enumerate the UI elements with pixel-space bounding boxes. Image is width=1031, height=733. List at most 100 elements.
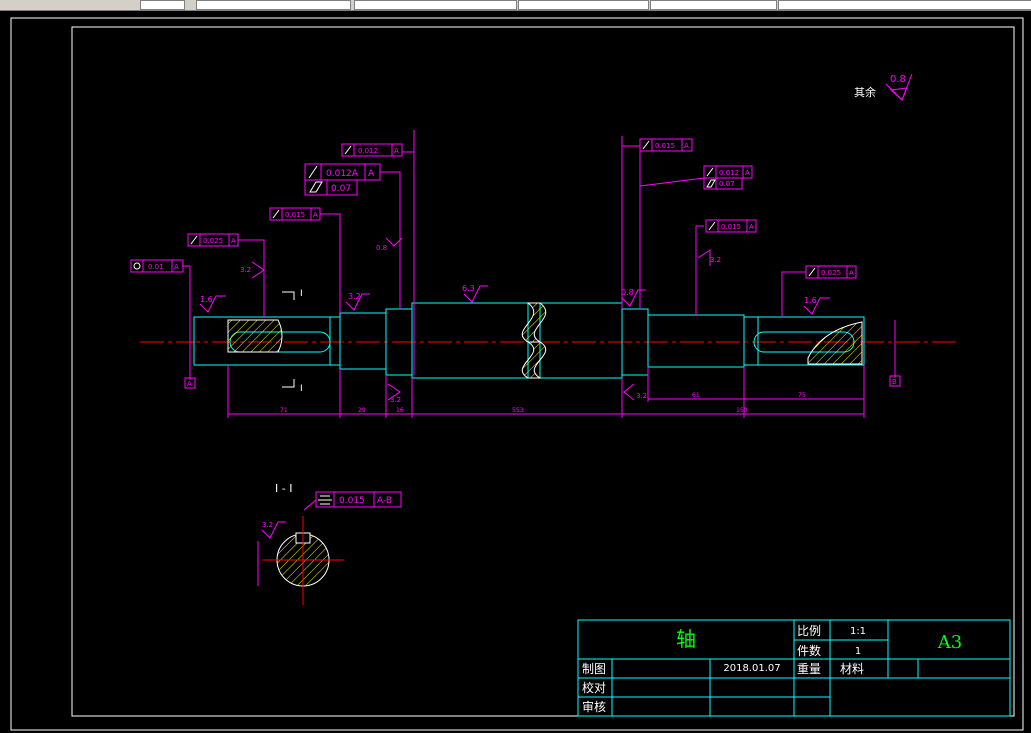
cad-canvas[interactable]: 其余 0.8 A B I I 1.6 3.2 3.2 0.8 6.3 0.8 3…	[0, 11, 1031, 733]
tolerance-frame-f9[interactable]: 0.07	[703, 177, 743, 190]
dimension-lines	[227, 365, 865, 418]
datum-a-label: A	[187, 380, 192, 388]
tolerance-frame-f5[interactable]: 0.07	[304, 179, 358, 196]
roughness-value: 0.8	[376, 244, 387, 252]
tolerance-frame-f6[interactable]: 0.012 A	[341, 143, 403, 157]
outer-frame	[10, 17, 1024, 731]
roughness-value: 3.2	[348, 292, 361, 301]
keyway-hatch-right	[807, 321, 863, 365]
tolerance-frame-f4[interactable]: 0.012A A	[304, 163, 381, 181]
svg-text:A: A	[394, 147, 399, 155]
section-cut-mark	[282, 291, 295, 300]
symmetry-icon	[318, 495, 332, 505]
svg-text:0.025: 0.025	[203, 237, 223, 245]
svg-text:A-B: A-B	[377, 496, 392, 506]
cylindricity-icon	[706, 179, 716, 188]
tolerance-frame-f1[interactable]: 0.01 A	[130, 259, 184, 273]
svg-text:A: A	[368, 169, 375, 179]
scale-value: 1:1	[850, 626, 866, 637]
runout-arrow-icon	[706, 167, 714, 177]
material-label: 材料	[840, 662, 864, 676]
roughness-value: 3.2	[636, 392, 647, 400]
drawn-date: 2018.01.07	[723, 663, 780, 674]
runout-arrow-icon	[308, 165, 318, 179]
runout-arrow-icon	[808, 267, 816, 277]
toolbar-field-1[interactable]	[196, 0, 351, 10]
roughness-symbol-icon	[889, 87, 908, 101]
section-view-title: I - I	[275, 482, 292, 495]
roughness-marks	[199, 237, 830, 401]
tolerance-frame-f11[interactable]: 0.025 A	[805, 265, 857, 279]
section-mark-bottom: I	[300, 384, 303, 394]
drawn-label: 制图	[582, 662, 606, 676]
tolerance-frame-f8[interactable]: 0.012 A	[703, 165, 753, 179]
svg-text:0.012: 0.012	[358, 147, 378, 155]
svg-text:0.015: 0.015	[339, 496, 365, 506]
toolbar-field-2[interactable]	[354, 0, 517, 10]
tolerance-frame-f10[interactable]: 0.015 A	[705, 219, 757, 233]
qty-label: 件数	[797, 643, 821, 658]
svg-text:0.07: 0.07	[719, 180, 735, 188]
runout-arrow-icon	[708, 221, 716, 231]
toolbar-field-3[interactable]	[518, 0, 649, 10]
tolerance-frame-f3[interactable]: 0.015 A	[269, 207, 321, 221]
keyway-hatch-left	[227, 319, 283, 353]
toolbar	[0, 0, 1031, 11]
toolbar-field-5[interactable]	[778, 0, 1031, 10]
svg-text:0.07: 0.07	[331, 184, 351, 194]
svg-text:A: A	[313, 211, 318, 219]
roughness-value: 0.8	[621, 288, 634, 297]
inner-frame	[71, 26, 1015, 717]
roughness-value: 1.6	[804, 296, 817, 305]
runout-arrow-icon	[190, 235, 198, 245]
svg-text:0.012A: 0.012A	[326, 169, 359, 179]
dimension-value: 150	[736, 407, 748, 414]
toolbar-field-6[interactable]	[140, 0, 185, 10]
svg-text:A: A	[231, 237, 236, 245]
roughness-value: 3.2	[262, 521, 273, 529]
toolbar-field-4[interactable]	[650, 0, 777, 10]
other-surfaces-label: 其余	[854, 85, 876, 99]
svg-text:A: A	[174, 263, 179, 271]
approved-label: 审核	[582, 699, 606, 714]
svg-text:0.015: 0.015	[655, 142, 675, 150]
svg-text:0.01: 0.01	[148, 263, 164, 271]
sheet-size: A3	[937, 632, 962, 653]
roughness-value: 1.6	[200, 295, 213, 304]
tolerance-frame-f12[interactable]: 0.015 A-B	[315, 491, 402, 508]
dimension-value: 553	[512, 407, 524, 414]
svg-text:A: A	[745, 169, 750, 177]
roughness-value: 3.2	[710, 256, 721, 264]
section-mark-top: I	[300, 289, 303, 299]
dimension-value: 61	[692, 392, 700, 399]
svg-text:A: A	[684, 142, 689, 150]
runout-arrow-icon	[642, 140, 650, 150]
concentricity-icon	[133, 262, 141, 270]
runout-arrow-icon	[272, 209, 280, 219]
roughness-value: 6.3	[462, 284, 475, 293]
tolerance-frame-f7[interactable]: 0.015 A	[639, 138, 693, 152]
section-cut-mark	[282, 379, 295, 388]
weight-label: 重量	[797, 662, 821, 676]
svg-text:0.012: 0.012	[719, 169, 739, 177]
roughness-value: 3.2	[390, 396, 401, 404]
dimension-value: 75	[798, 392, 806, 399]
runout-arrow-icon	[344, 145, 352, 155]
qty-value: 1	[855, 646, 861, 657]
tolerance-frame-f2[interactable]: 0.025 A	[187, 233, 239, 247]
dimension-value: 71	[280, 407, 288, 414]
checked-label: 校对	[582, 680, 606, 695]
shaft-break-hatch	[521, 341, 547, 379]
svg-text:0.025: 0.025	[821, 269, 841, 277]
scale-label: 比例	[797, 624, 821, 638]
svg-text:A: A	[749, 223, 754, 231]
roughness-value: 3.2	[240, 266, 251, 274]
shaft-break-hatch	[521, 302, 547, 343]
section-leader	[303, 499, 317, 511]
cylindricity-icon	[309, 181, 323, 193]
svg-text:0.015: 0.015	[721, 223, 741, 231]
other-surfaces-roughness: 0.8	[890, 74, 906, 85]
datum-b-label: B	[892, 378, 897, 386]
part-name: 轴	[676, 627, 696, 651]
dimension-value: 16	[396, 407, 404, 414]
